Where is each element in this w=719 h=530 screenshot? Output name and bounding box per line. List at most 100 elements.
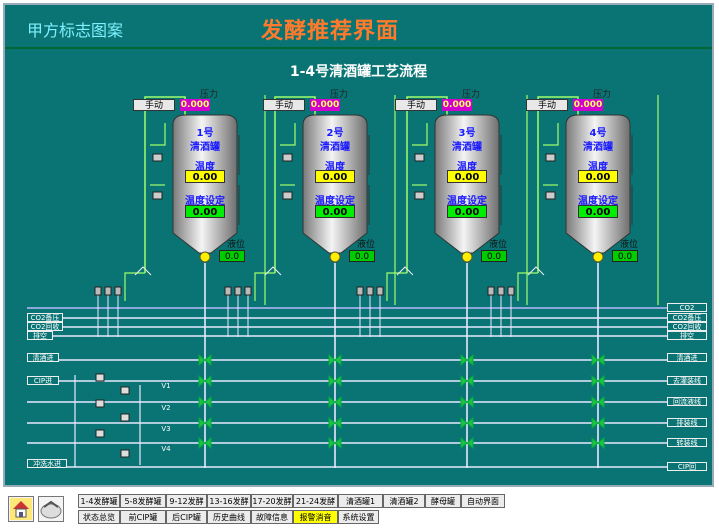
- branch-pipe: [517, 272, 538, 301]
- tank-type: 清酒罐: [583, 142, 613, 153]
- cip-valve-icon[interactable]: [120, 449, 130, 458]
- nav-button[interactable]: 酵母罐: [425, 494, 461, 508]
- valve-tag: V3: [161, 425, 171, 433]
- nav-button[interactable]: 清酒罐1: [338, 494, 383, 508]
- pneumatic-valve-icon[interactable]: [366, 286, 374, 296]
- nav-button[interactable]: 历史曲线: [207, 510, 251, 524]
- temperature-value: 0.00: [185, 170, 225, 183]
- pneumatic-valve-icon[interactable]: [487, 286, 495, 296]
- side-valve-icon[interactable]: [152, 191, 163, 200]
- pneumatic-valve-icon[interactable]: [224, 286, 232, 296]
- branch-pipe: [386, 272, 407, 301]
- valve-tag: V1: [161, 382, 171, 390]
- temperature-setpoint-value[interactable]: 0.00: [315, 205, 355, 218]
- nav-button[interactable]: 故障信息: [251, 510, 293, 524]
- cip-valve-icon[interactable]: [120, 413, 130, 422]
- nav-button[interactable]: 系统设置: [338, 510, 379, 524]
- pipe-tag-right: CIP回: [667, 462, 707, 471]
- pipe-tag-left: CO2备压: [27, 313, 63, 322]
- pneumatic-valve-icon[interactable]: [114, 286, 122, 296]
- temperature-value: 0.00: [578, 170, 618, 183]
- nav-button[interactable]: 9-12发酵: [166, 494, 207, 508]
- check-valve-icon: [396, 266, 414, 276]
- level-label: 液位: [489, 240, 508, 250]
- tank-type: 清酒罐: [190, 142, 220, 153]
- home-icon[interactable]: [8, 496, 34, 522]
- pipe-tag-right: 清酒进: [667, 353, 707, 362]
- logout-glyph: [40, 500, 62, 519]
- temperature-value: 0.00: [315, 170, 355, 183]
- mode-button[interactable]: 手动: [526, 99, 568, 111]
- co2-side-pipe: [412, 123, 428, 146]
- logout-icon[interactable]: [38, 496, 64, 522]
- pneumatic-valve-icon[interactable]: [507, 286, 515, 296]
- pressure-value: 0.000: [573, 99, 603, 111]
- pneumatic-valve-icon[interactable]: [104, 286, 112, 296]
- outlet-valve-icon[interactable]: [199, 251, 211, 263]
- side-valve-icon[interactable]: [414, 191, 425, 200]
- nav-button[interactable]: 21-24发酵: [293, 494, 338, 508]
- temperature-setpoint-value[interactable]: 0.00: [185, 205, 225, 218]
- outlet-valve-icon[interactable]: [592, 251, 604, 263]
- nav-button[interactable]: 状态总览: [78, 510, 120, 524]
- nav-button[interactable]: 5-8发酵罐: [120, 494, 166, 508]
- pressure-value: 0.000: [180, 99, 210, 111]
- co2-side-pipe: [543, 123, 559, 146]
- pressure-value: 0.000: [442, 99, 472, 111]
- mode-button[interactable]: 手动: [263, 99, 305, 111]
- cip-valve-icon[interactable]: [95, 373, 105, 382]
- cip-valve-icon[interactable]: [95, 399, 105, 408]
- nav-button[interactable]: 报警消音: [293, 510, 338, 524]
- temperature-setpoint-value[interactable]: 0.00: [578, 205, 618, 218]
- level-value: 0.0: [612, 250, 638, 262]
- cip-valve-icon[interactable]: [95, 429, 105, 438]
- tank-type: 清酒罐: [452, 142, 482, 153]
- nav-button[interactable]: 1-4发酵罐: [78, 494, 120, 508]
- nav-button[interactable]: 前CIP罐: [120, 510, 166, 524]
- pipe-tag-right: 回流液线: [667, 397, 707, 406]
- temperature-value: 0.00: [447, 170, 487, 183]
- outlet-valve-icon[interactable]: [461, 251, 473, 263]
- pipe-tag-left: 冲洗水进: [27, 459, 67, 468]
- cip-valve-icon[interactable]: [120, 386, 130, 395]
- nav-button[interactable]: 13-16发酵: [207, 494, 251, 508]
- tank-name: 4号: [589, 128, 607, 139]
- pneumatic-valve-icon[interactable]: [244, 286, 252, 296]
- temperature-setpoint-value[interactable]: 0.00: [447, 205, 487, 218]
- level-label: 液位: [357, 240, 376, 250]
- valve-tag: V4: [161, 445, 171, 453]
- mode-button[interactable]: 手动: [133, 99, 175, 111]
- side-valve-icon[interactable]: [152, 153, 163, 162]
- pneumatic-valve-icon[interactable]: [497, 286, 505, 296]
- nav-button[interactable]: 自动界面: [461, 494, 505, 508]
- mode-button[interactable]: 手动: [395, 99, 437, 111]
- nav-button[interactable]: 清酒罐2: [383, 494, 425, 508]
- pipe-tag-right: 转装线: [667, 438, 707, 447]
- pipe-tag-left: 排空: [27, 331, 53, 340]
- pneumatic-valve-icon[interactable]: [356, 286, 364, 296]
- side-valve-icon[interactable]: [414, 153, 425, 162]
- side-valve-icon[interactable]: [282, 191, 293, 200]
- tank-name: 3号: [458, 128, 476, 139]
- level-value: 0.0: [481, 250, 507, 262]
- nav-button[interactable]: 后CIP罐: [166, 510, 207, 524]
- tank-name: 1号: [196, 128, 214, 139]
- pneumatic-valve-icon[interactable]: [376, 286, 384, 296]
- outlet-valve-icon[interactable]: [329, 251, 341, 263]
- nav-button[interactable]: 17-20发酵: [251, 494, 293, 508]
- check-valve-icon: [264, 266, 282, 276]
- side-valve-icon[interactable]: [545, 153, 556, 162]
- pipe-tag-right: CO2备压: [667, 313, 707, 322]
- check-valve-icon: [527, 266, 545, 276]
- side-valve-icon[interactable]: [282, 153, 293, 162]
- home-glyph: [10, 498, 32, 520]
- pressure-value: 0.000: [310, 99, 340, 111]
- level-value: 0.0: [219, 250, 245, 262]
- pneumatic-valve-icon[interactable]: [234, 286, 242, 296]
- co2-side-pipe: [280, 123, 296, 146]
- pneumatic-valve-icon[interactable]: [94, 286, 102, 296]
- pipe-tag-right: CO2: [667, 303, 707, 312]
- side-valve-icon[interactable]: [545, 191, 556, 200]
- branch-pipe: [124, 272, 145, 301]
- level-label: 液位: [620, 240, 639, 250]
